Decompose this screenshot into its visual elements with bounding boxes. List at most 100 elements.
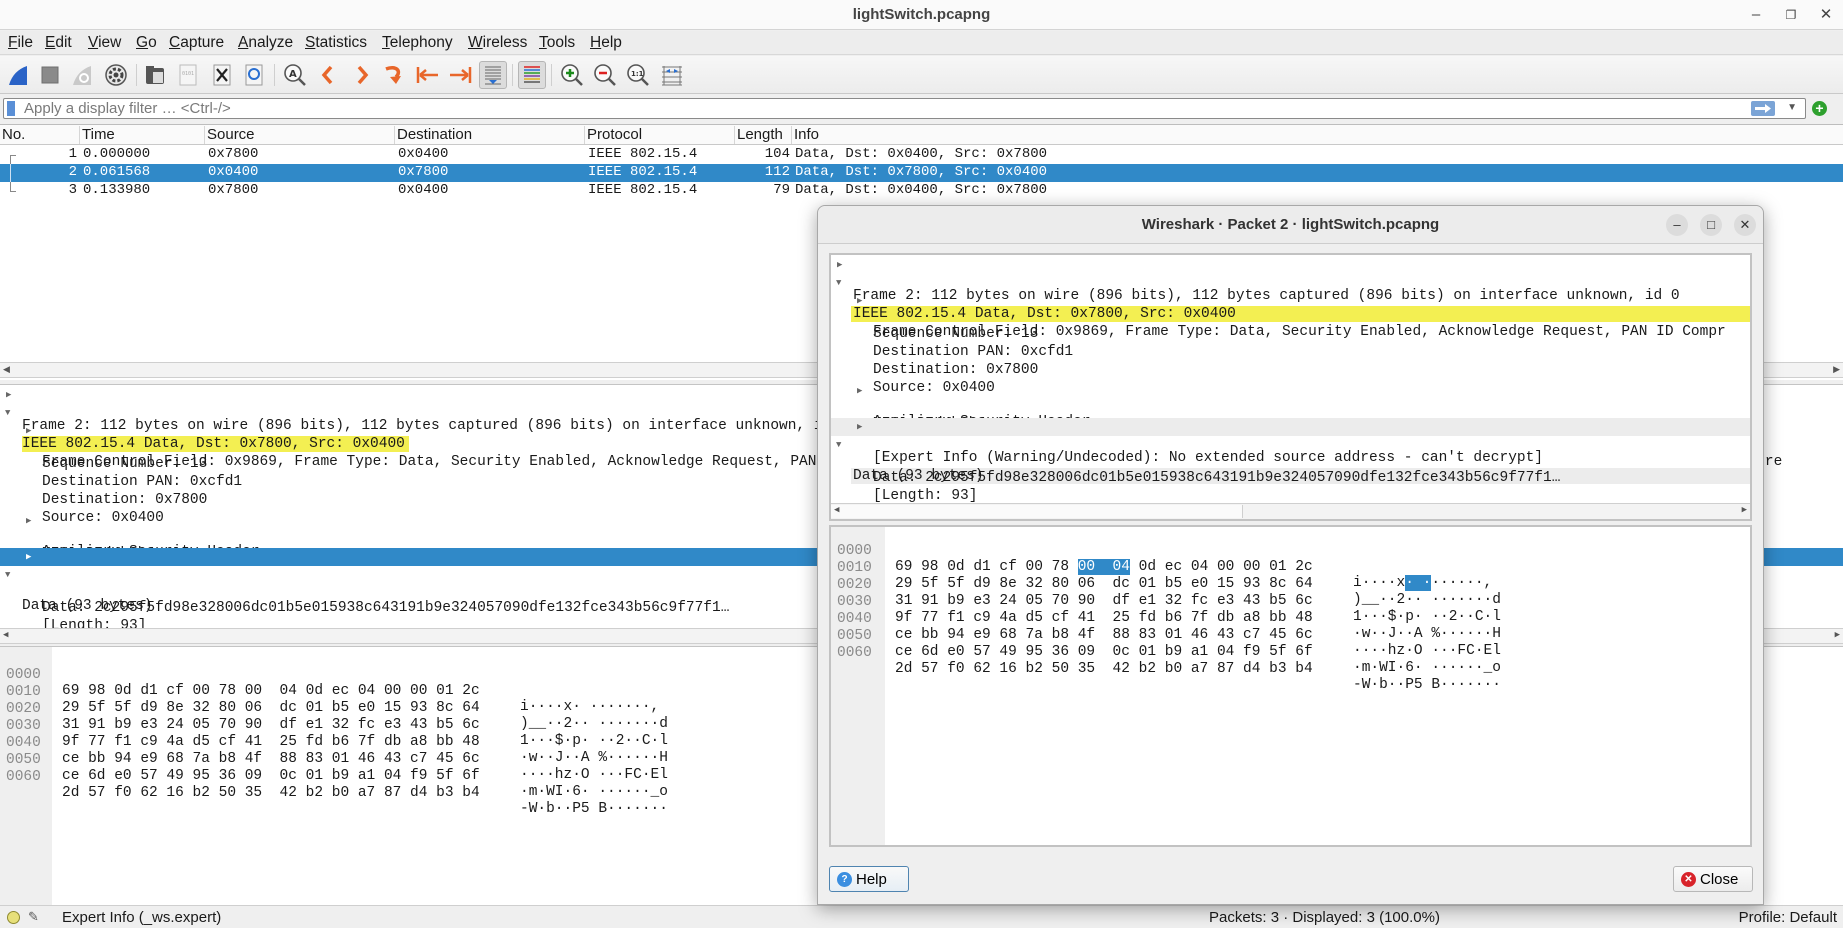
close-button[interactable]: ✕ Close <box>1673 866 1753 892</box>
resize-columns-icon[interactable] <box>658 61 686 89</box>
filter-history-dropdown-icon[interactable]: ▼ <box>1787 102 1797 113</box>
first-packet-icon[interactable] <box>414 61 442 89</box>
hex-ascii[interactable]: -W·b··P5 B······· <box>520 801 668 817</box>
bookmark-icon[interactable] <box>7 101 15 116</box>
stop-capture-icon[interactable] <box>36 61 64 89</box>
reload-file-icon[interactable] <box>240 61 268 89</box>
menu-edit[interactable]: Edit <box>45 34 72 52</box>
add-filter-button-icon[interactable]: + <box>1812 101 1827 116</box>
menu-view[interactable]: View <box>88 34 121 52</box>
hex-ascii[interactable]: 1···$·p· ··2··C·l <box>1353 609 1501 625</box>
hex-bytes[interactable]: 9f 77 f1 c9 4a d5 cf 41 25 fd b6 7f db a… <box>62 734 480 750</box>
hex-ascii[interactable]: ·w··J··A %······H <box>1353 626 1501 642</box>
close-file-icon[interactable] <box>208 61 236 89</box>
hex-ascii[interactable]: i····x· ·······, <box>520 699 659 715</box>
collapse-icon[interactable]: ▼ <box>836 274 841 292</box>
tree-item-destination-pan[interactable]: Destination PAN: 0xcfd1 <box>831 328 1750 360</box>
hex-bytes[interactable]: 2d 57 f0 62 16 b2 50 35 42 b2 b0 a7 87 d… <box>62 785 480 801</box>
column-header-length[interactable]: Length <box>735 126 792 144</box>
dialog-tree-horizontal-scrollbar[interactable]: ◀ ▶ <box>831 503 1750 519</box>
tree-item-frame[interactable]: ▶ Frame 2: 112 bytes on wire (896 bits),… <box>831 256 1750 304</box>
hex-ascii[interactable]: ·w··J··A %······H <box>520 750 668 766</box>
normal-size-icon[interactable]: 1:1 <box>624 61 652 89</box>
collapse-icon[interactable]: ▼ <box>836 436 841 454</box>
tree-item-aux-security-header[interactable]: ▶ Auxiliary Security Header <box>831 382 1750 430</box>
expand-icon[interactable]: ▶ <box>857 292 862 310</box>
hex-bytes[interactable]: ce bb 94 e9 68 7a b8 4f 88 83 01 46 43 c… <box>895 627 1313 643</box>
scroll-right-icon[interactable]: ▶ <box>1835 630 1840 640</box>
column-header-protocol[interactable]: Protocol <box>585 126 735 144</box>
tree-item-length[interactable]: [Length: 93] <box>831 472 1750 504</box>
hex-bytes[interactable]: ce 6d e0 57 49 95 36 09 0c 01 b9 a1 04 f… <box>895 644 1313 660</box>
hex-bytes[interactable]: ce 6d e0 57 49 95 36 09 0c 01 b9 a1 04 f… <box>62 768 480 784</box>
collapse-icon[interactable]: ▼ <box>5 404 10 422</box>
packet-row[interactable]: 1 0.000000 0x7800 0x0400 IEEE 802.15.4 1… <box>0 146 1843 164</box>
hex-ascii[interactable]: ····hz·O ···FC·El <box>1353 643 1501 659</box>
collapse-icon[interactable]: ▼ <box>5 566 10 584</box>
hex-ascii[interactable]: ····hz·O ···FC·El <box>520 767 668 783</box>
tree-item-frame-control-field[interactable]: ▶ Frame Control Field: 0x9869, Frame Typ… <box>831 292 1750 340</box>
hex-bytes[interactable]: 2d 57 f0 62 16 b2 50 35 42 b2 b0 a7 87 d… <box>895 661 1313 677</box>
zoom-in-icon[interactable] <box>558 61 586 89</box>
packet-row-selected[interactable]: 2 0.061568 0x0400 0x7800 IEEE 802.15.4 1… <box>0 164 1843 182</box>
expert-info-status-icon[interactable] <box>7 911 20 924</box>
expand-icon[interactable]: ▶ <box>26 548 31 566</box>
capture-options-icon[interactable] <box>102 61 130 89</box>
menu-tools[interactable]: Tools <box>539 34 575 52</box>
scroll-left-icon[interactable]: ◀ <box>834 505 839 515</box>
find-packet-icon[interactable]: A <box>281 61 309 89</box>
tree-item-ieee802154[interactable]: ▼ IEEE 802.15.4 Data, Dst: 0x7800, Src: … <box>831 274 1750 322</box>
dialog-maximize-button[interactable]: □ <box>1700 214 1722 236</box>
hex-ascii-highlight[interactable]: · · <box>1405 575 1432 591</box>
scroll-right-icon[interactable]: ▶ <box>1833 364 1840 375</box>
apply-filter-arrow-icon[interactable] <box>1751 101 1775 116</box>
dialog-packet-bytes[interactable]: 0000 69 98 0d d1 cf 00 78 00 04 0d ec 04… <box>829 525 1752 847</box>
start-capture-icon[interactable] <box>4 61 32 89</box>
tree-item-mic[interactable]: MIC: 87d4b3b4 <box>831 400 1750 432</box>
menu-telephony[interactable]: Telephony <box>382 34 453 52</box>
scrollbar-thumb[interactable] <box>831 505 1243 518</box>
dialog-minimize-button[interactable]: – <box>1666 214 1688 236</box>
close-window-button[interactable]: ✕ <box>1815 4 1837 26</box>
scroll-left-icon[interactable]: ◀ <box>3 630 8 640</box>
save-file-icon[interactable]: 0101 <box>174 61 202 89</box>
packet-row[interactable]: 3 0.133980 0x7800 0x0400 IEEE 802.15.4 7… <box>0 182 1843 200</box>
hex-bytes[interactable]: 69 98 0d d1 cf 00 78 00 04 0d ec 04 00 0… <box>895 559 1313 575</box>
last-packet-icon[interactable] <box>446 61 474 89</box>
scroll-right-icon[interactable]: ▶ <box>1742 505 1747 515</box>
hex-bytes[interactable]: 29 5f 5f d9 8e 32 80 06 dc 01 b5 e0 15 9… <box>895 576 1313 592</box>
menu-capture[interactable]: Capture <box>169 34 224 52</box>
hex-ascii[interactable]: ·m·WI·6· ······_o <box>1353 660 1501 676</box>
expand-icon[interactable]: ▶ <box>857 382 862 400</box>
column-header-destination[interactable]: Destination <box>395 126 585 144</box>
menu-file[interactable]: File <box>8 34 33 52</box>
go-back-icon[interactable] <box>314 61 342 89</box>
hex-bytes[interactable]: ce bb 94 e9 68 7a b8 4f 88 83 01 46 43 c… <box>62 751 480 767</box>
hex-bytes-highlight[interactable]: 00 04 <box>1077 559 1130 575</box>
open-file-icon[interactable] <box>142 61 170 89</box>
display-filter-input[interactable]: Apply a display filter … <Ctrl-/> ▼ <box>3 98 1806 119</box>
tree-item-destination[interactable]: Destination: 0x7800 <box>831 346 1750 378</box>
tree-item-source[interactable]: Source: 0x0400 <box>831 364 1750 396</box>
hex-ascii[interactable]: 1···$·p· ··2··C·l <box>520 733 668 749</box>
tree-item-data-bytes[interactable]: Data: 2c295f5fd98e328006dc01b5e015938c64… <box>831 454 1750 486</box>
hex-ascii[interactable]: )__··2·· ·······d <box>1353 592 1501 608</box>
menu-help[interactable]: Help <box>590 34 622 52</box>
expand-icon[interactable]: ▶ <box>6 386 11 404</box>
colorize-icon[interactable] <box>518 61 546 89</box>
hex-ascii[interactable]: )__··2·· ·······d <box>520 716 668 732</box>
column-header-time[interactable]: Time <box>80 126 205 144</box>
expand-icon[interactable]: ▶ <box>26 512 31 530</box>
restore-button[interactable]: ❐ <box>1780 4 1802 26</box>
menu-statistics[interactable]: Statistics <box>305 34 367 52</box>
expand-icon[interactable]: ▶ <box>837 256 842 274</box>
minimize-button[interactable]: – <box>1745 4 1767 26</box>
dialog-close-icon-button[interactable]: ✕ <box>1734 214 1756 236</box>
autoscroll-icon[interactable] <box>479 61 507 89</box>
menu-go[interactable]: Go <box>136 34 157 52</box>
go-to-packet-icon[interactable] <box>380 61 408 89</box>
column-header-info[interactable]: Info <box>792 126 1843 144</box>
help-button[interactable]: ? Help <box>829 866 909 892</box>
hex-ascii[interactable]: i····x· ·······, <box>1353 575 1492 591</box>
menu-analyze[interactable]: Analyze <box>238 34 293 52</box>
